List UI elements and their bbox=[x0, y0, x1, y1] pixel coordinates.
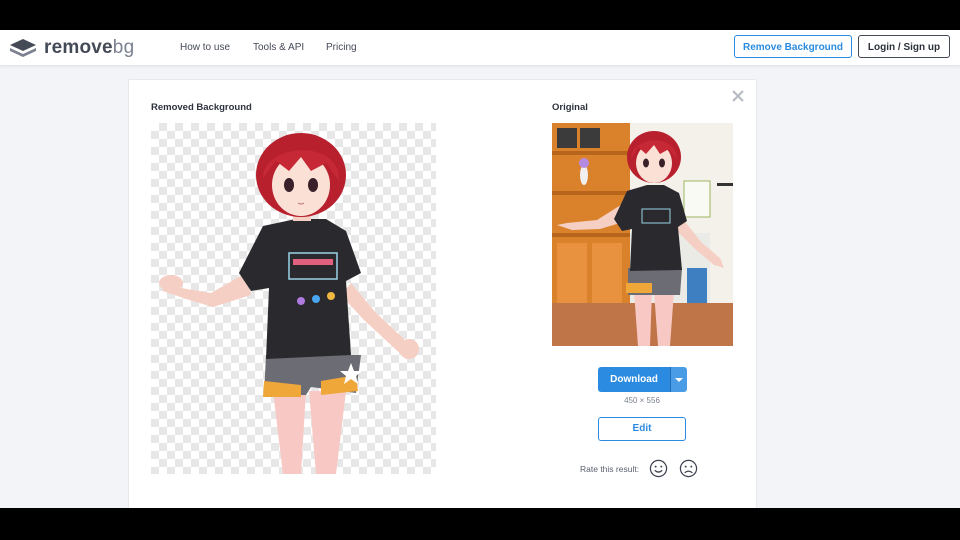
remove-background-button[interactable]: Remove Background bbox=[734, 35, 852, 58]
cutout-character-image bbox=[159, 133, 419, 474]
frown-icon[interactable] bbox=[679, 459, 698, 478]
close-icon[interactable] bbox=[731, 89, 745, 103]
result-card: Removed Background Original Download 450… bbox=[128, 79, 757, 508]
download-options-button[interactable] bbox=[670, 367, 687, 392]
caret-down-icon bbox=[675, 377, 683, 382]
edit-button[interactable]: Edit bbox=[598, 417, 686, 441]
image-dimensions: 450 × 556 bbox=[624, 396, 660, 405]
download-button-group: Download bbox=[598, 367, 687, 392]
original-title: Original bbox=[552, 102, 588, 113]
removebg-logo[interactable]: removebg bbox=[9, 37, 134, 59]
download-button[interactable]: Download bbox=[598, 367, 670, 392]
removed-background-title: Removed Background bbox=[151, 102, 252, 113]
nav-pricing[interactable]: Pricing bbox=[326, 41, 357, 54]
login-signup-button[interactable]: Login / Sign up bbox=[858, 35, 950, 58]
nav-how-to-use[interactable]: How to use bbox=[180, 41, 230, 54]
logo-text: removebg bbox=[44, 37, 135, 58]
smiley-icon[interactable] bbox=[649, 459, 668, 478]
removebg-logo-icon bbox=[10, 39, 36, 57]
original-image bbox=[552, 123, 733, 346]
rate-result-label: Rate this result: bbox=[580, 464, 640, 474]
removed-background-preview bbox=[151, 123, 436, 474]
top-navigation: removebg How to use Tools & API Pricing … bbox=[0, 30, 960, 66]
browser-viewport: removebg How to use Tools & API Pricing … bbox=[0, 30, 960, 508]
nav-tools-api[interactable]: Tools & API bbox=[253, 41, 304, 54]
